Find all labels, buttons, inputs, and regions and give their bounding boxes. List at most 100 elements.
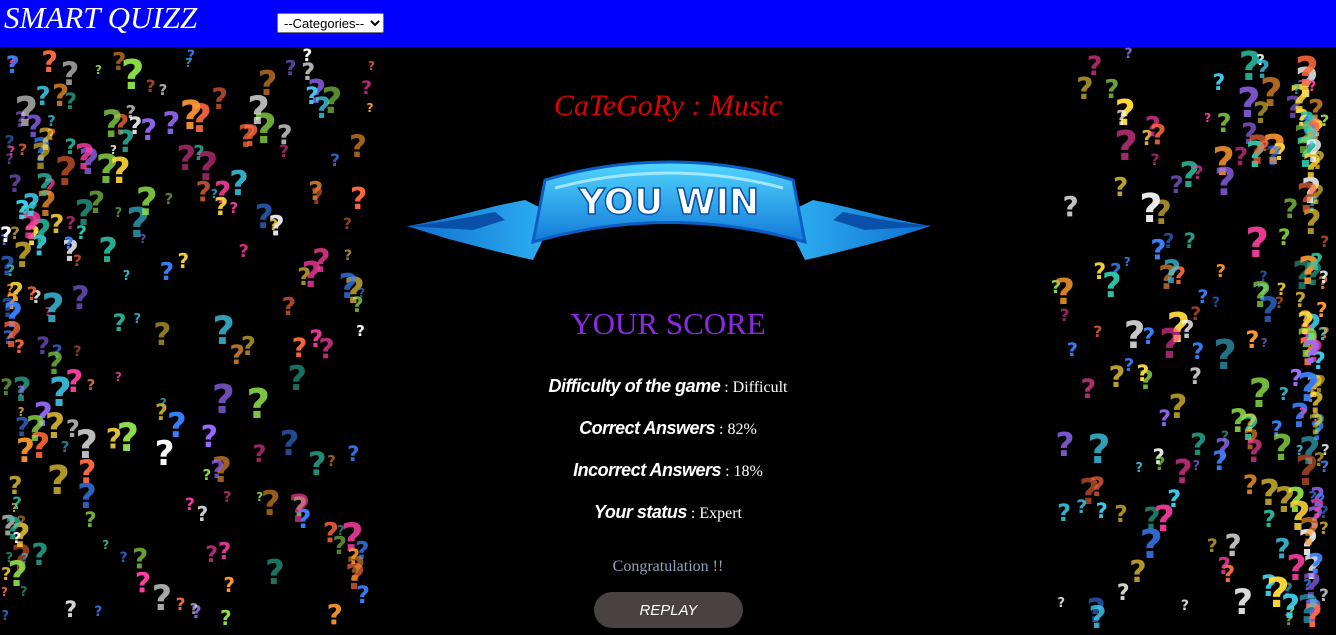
- question-mark-icon: ?: [177, 249, 190, 273]
- question-mark-icon: ?: [189, 600, 199, 618]
- question-mark-icon: ?: [72, 251, 83, 270]
- question-mark-icon: ?: [254, 197, 274, 236]
- ribbon-tail-left: [405, 200, 555, 260]
- stat-row-incorrect: Incorrect Answers : 18%: [0, 460, 1336, 481]
- question-mark-icon: ?: [1312, 347, 1326, 375]
- question-mark-icon: ?: [135, 180, 158, 224]
- categories-select[interactable]: --Categories--: [277, 13, 384, 33]
- app-brand-title[interactable]: SMART QUIZZ: [4, 0, 197, 36]
- question-mark-icon: ?: [74, 194, 95, 234]
- question-mark-icon: ?: [1302, 147, 1322, 187]
- question-mark-icon: ?: [1296, 176, 1320, 222]
- question-mark-icon: ?: [356, 581, 370, 609]
- question-mark-icon: ?: [1062, 190, 1079, 223]
- question-mark-icon: ?: [195, 175, 212, 208]
- question-mark-icon: ?: [43, 176, 57, 201]
- question-mark-icon: ?: [1321, 441, 1330, 459]
- question-mark-icon: ?: [1152, 193, 1172, 232]
- question-mark-icon: ?: [94, 63, 102, 77]
- question-mark-icon: ?: [1183, 229, 1196, 253]
- question-mark-icon: ?: [297, 263, 312, 291]
- question-mark-icon: ?: [1109, 259, 1122, 283]
- question-mark-icon: ?: [1303, 576, 1312, 594]
- question-mark-icon: ?: [10, 224, 20, 244]
- question-mark-icon: ?: [151, 579, 173, 619]
- question-mark-icon: ?: [1172, 262, 1187, 290]
- question-mark-icon: ?: [19, 208, 39, 246]
- question-mark-icon: ?: [242, 119, 260, 153]
- question-mark-icon: ?: [343, 248, 353, 264]
- category-title: CaTeGoRy : Music: [553, 89, 783, 122]
- question-mark-icon: ?: [1302, 335, 1321, 371]
- question-mark-icon: ?: [1306, 192, 1319, 216]
- question-mark-icon: ?: [1123, 255, 1131, 269]
- question-mark-icon: ?: [5, 261, 16, 280]
- question-mark-icon: ?: [276, 120, 293, 151]
- question-mark-icon: ?: [220, 606, 232, 630]
- question-mark-icon: ?: [1086, 591, 1106, 630]
- question-mark-icon: ?: [26, 283, 38, 305]
- question-mark-icon: ?: [1297, 588, 1320, 633]
- question-mark-icon: ?: [210, 187, 218, 201]
- question-mark-icon: ?: [1319, 268, 1329, 288]
- question-mark-icon: ?: [1304, 597, 1323, 635]
- question-mark-icon: ?: [1276, 280, 1287, 300]
- question-mark-icon: ?: [349, 129, 367, 165]
- question-mark-icon: ?: [302, 47, 313, 66]
- question-mark-icon: ?: [175, 595, 186, 615]
- question-mark-icon: ?: [1141, 126, 1153, 150]
- question-mark-icon: ?: [1116, 581, 1130, 606]
- question-mark-icon: ?: [1318, 273, 1329, 294]
- question-mark-icon: ?: [1311, 146, 1326, 175]
- stat-value: 82%: [727, 421, 757, 438]
- question-mark-icon: ?: [1233, 142, 1249, 171]
- question-mark-icon: ?: [117, 125, 135, 160]
- stat-label: Difficulty of the game: [548, 376, 721, 396]
- question-mark-icon: ?: [344, 271, 365, 312]
- question-mark-icon: ?: [65, 213, 76, 234]
- question-mark-icon: ?: [1319, 519, 1329, 539]
- question-mark-icon: ?: [46, 125, 57, 144]
- question-mark-icon: ?: [1305, 126, 1319, 151]
- question-mark-icon: ?: [1284, 610, 1294, 629]
- question-mark-icon: ?: [191, 602, 202, 623]
- question-mark-icon: ?: [238, 241, 249, 262]
- question-mark-icon: ?: [6, 283, 14, 298]
- question-mark-icon: ?: [0, 231, 9, 249]
- stat-row-correct: Correct Answers : 82%: [0, 418, 1336, 439]
- question-mark-icon: ?: [326, 598, 343, 631]
- question-mark-icon: ?: [342, 214, 352, 233]
- question-mark-icon: ?: [1139, 186, 1163, 232]
- question-mark-icon: ?: [31, 213, 52, 253]
- question-mark-icon: ?: [1282, 579, 1294, 601]
- question-mark-icon: ?: [63, 234, 74, 254]
- stat-row-status: Your status : Expert: [0, 502, 1336, 523]
- question-mark-icon: ?: [98, 231, 119, 271]
- question-mark-icon: ?: [1150, 233, 1167, 266]
- question-mark-icon: ?: [8, 278, 24, 308]
- question-mark-icon: ?: [11, 516, 31, 555]
- question-mark-icon: ?: [1302, 203, 1322, 243]
- question-mark-icon: ?: [1305, 257, 1323, 293]
- question-mark-icon: ?: [0, 252, 16, 282]
- ribbon-tail-right: [783, 200, 933, 260]
- question-mark-icon: ?: [1273, 140, 1287, 166]
- question-mark-icon: ?: [41, 47, 59, 79]
- question-mark-icon: ?: [268, 209, 285, 242]
- question-mark-icon: ?: [1215, 261, 1227, 282]
- question-mark-icon: ?: [14, 196, 30, 226]
- question-mark-icon: ?: [159, 396, 167, 410]
- question-mark-icon: ?: [8, 170, 23, 198]
- question-mark-icon: ?: [1214, 432, 1232, 465]
- question-mark-icon: ?: [1262, 126, 1287, 174]
- question-mark-icon: ?: [24, 221, 41, 252]
- question-mark-icon: ?: [1319, 586, 1329, 606]
- question-mark-icon: ?: [19, 585, 28, 600]
- question-mark-icon: ?: [8, 144, 16, 158]
- question-mark-icon: ?: [12, 529, 22, 547]
- replay-button[interactable]: REPLAY: [594, 592, 743, 628]
- question-mark-icon: ?: [186, 48, 196, 64]
- question-mark-icon: ?: [1093, 260, 1107, 285]
- question-mark-icon: ?: [322, 516, 339, 549]
- question-mark-icon: ?: [76, 222, 88, 244]
